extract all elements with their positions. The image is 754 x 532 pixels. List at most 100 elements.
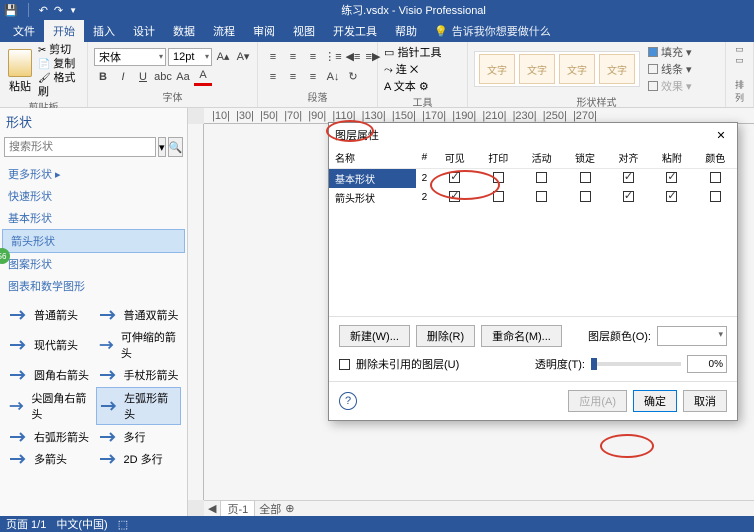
align-left-icon[interactable]: ≡	[264, 68, 282, 86]
indent-dec-icon[interactable]: ◀≡	[344, 48, 362, 66]
text-tool-button[interactable]: A 文本 ⚙	[384, 78, 429, 94]
arrow-shape-item[interactable]: 手杖形箭头	[96, 365, 182, 385]
increase-font-icon[interactable]: A▴	[214, 48, 232, 66]
menu-data[interactable]: 数据	[164, 20, 204, 42]
category-basic-shapes[interactable]: 基本形状	[0, 207, 187, 229]
layer-checkbox[interactable]	[536, 172, 547, 183]
redo-icon[interactable]: ↷	[54, 4, 63, 17]
menu-process[interactable]: 流程	[204, 20, 244, 42]
arrow-shape-item[interactable]: 多箭头	[6, 449, 92, 469]
arrow-shape-item[interactable]: 右弧形箭头	[6, 427, 92, 447]
search-button[interactable]: 🔍	[168, 137, 184, 157]
align-right-icon[interactable]: ≡	[304, 68, 322, 86]
italic-button[interactable]: I	[114, 68, 132, 86]
search-dropdown-button[interactable]: ▾	[158, 137, 166, 157]
fill-button[interactable]: 填充 ▾	[648, 44, 692, 60]
layer-checkbox[interactable]	[536, 191, 547, 202]
menu-file[interactable]: 文件	[4, 20, 44, 42]
category-quick-shapes[interactable]: 快速形状	[0, 185, 187, 207]
category-more-shapes[interactable]: 更多形状 ▸	[0, 163, 187, 185]
format-painter-button[interactable]: 🖌 格式刷	[38, 72, 81, 98]
shapes-search-input[interactable]	[4, 137, 156, 157]
arrow-shape-item[interactable]: 尖圆角右箭头	[6, 387, 92, 425]
shape-style-swatch[interactable]: 文字	[479, 54, 515, 84]
case-button[interactable]: Aa	[174, 68, 192, 86]
layer-checkbox[interactable]	[623, 191, 634, 202]
menu-help[interactable]: 帮助	[386, 20, 426, 42]
bold-button[interactable]: B	[94, 68, 112, 86]
add-page-icon[interactable]: ⊕	[285, 502, 294, 515]
layer-checkbox[interactable]	[449, 172, 460, 183]
quickaccess-dropdown-icon[interactable]: ▼	[69, 6, 77, 15]
underline-button[interactable]: U	[134, 68, 152, 86]
layer-checkbox[interactable]	[493, 191, 504, 202]
align-mid-icon[interactable]: ≡	[284, 48, 302, 66]
delete-unused-checkbox[interactable]	[339, 359, 350, 370]
category-arrow-shapes[interactable]: 箭头形状	[2, 229, 185, 253]
apply-button[interactable]: 应用(A)	[568, 390, 627, 412]
page-nav-prev-icon[interactable]: ◀	[208, 502, 216, 515]
text-dir-icon[interactable]: A↓	[324, 68, 342, 86]
font-color-button[interactable]: A	[194, 68, 212, 86]
layer-checkbox[interactable]	[623, 172, 634, 183]
layer-checkbox[interactable]	[666, 172, 677, 183]
menu-review[interactable]: 审阅	[244, 20, 284, 42]
layer-color-combo[interactable]	[657, 326, 727, 346]
transparency-slider[interactable]	[591, 362, 681, 366]
paste-button[interactable]: 粘贴	[6, 47, 34, 96]
effects-button[interactable]: 效果 ▾	[648, 78, 692, 94]
close-icon[interactable]: ✕	[711, 125, 731, 145]
record-icon[interactable]: ⬚	[118, 518, 128, 531]
arrow-shape-item[interactable]: 普通箭头	[6, 305, 92, 325]
decrease-font-icon[interactable]: A▾	[234, 48, 252, 66]
page-tab-all[interactable]: 全部	[259, 501, 281, 517]
layer-checkbox[interactable]	[580, 191, 591, 202]
copy-button[interactable]: 📄 复制	[38, 58, 81, 71]
bullets-icon[interactable]: ⋮≡	[324, 48, 342, 66]
line-button[interactable]: 线条 ▾	[648, 61, 692, 77]
menu-home[interactable]: 开始	[44, 20, 84, 42]
page-tab[interactable]: 页-1	[220, 500, 255, 517]
menu-insert[interactable]: 插入	[84, 20, 124, 42]
pointer-tool-button[interactable]: ▭ 指针工具	[384, 44, 441, 60]
cancel-button[interactable]: 取消	[683, 390, 727, 412]
menu-view[interactable]: 视图	[284, 20, 324, 42]
help-icon[interactable]: ?	[339, 392, 357, 410]
arrow-shape-item[interactable]: 2D 多行	[96, 449, 182, 469]
save-icon[interactable]: 💾	[4, 4, 18, 17]
layer-checkbox[interactable]	[493, 172, 504, 183]
layer-checkbox[interactable]	[580, 172, 591, 183]
shape-style-swatch[interactable]: 文字	[559, 54, 595, 84]
tell-me[interactable]: 💡 告诉我你想要做什么	[434, 23, 551, 39]
undo-icon[interactable]: ↶	[39, 4, 48, 17]
arrow-shape-item[interactable]: 左弧形箭头	[96, 387, 182, 425]
arrow-shape-item[interactable]: 普通双箭头	[96, 305, 182, 325]
ok-button[interactable]: 确定	[633, 390, 677, 412]
align-center-icon[interactable]: ≡	[284, 68, 302, 86]
layer-checkbox[interactable]	[710, 172, 721, 183]
font-name-combo[interactable]: 宋体	[94, 48, 166, 66]
arrow-shape-item[interactable]: 多行	[96, 427, 182, 447]
category-chart-math[interactable]: 图表和数学图形	[0, 275, 187, 297]
align-top-icon[interactable]: ≡	[264, 48, 282, 66]
cut-button[interactable]: ✂ 剪切	[38, 44, 81, 57]
rename-layer-button[interactable]: 重命名(M)...	[481, 325, 562, 347]
new-layer-button[interactable]: 新建(W)...	[339, 325, 410, 347]
align-bot-icon[interactable]: ≡	[304, 48, 322, 66]
shape-style-gallery[interactable]: 文字 文字 文字 文字	[474, 51, 640, 87]
transparency-value[interactable]: 0%	[687, 355, 727, 373]
connector-tool-button[interactable]: ⤳ 连 ✕	[384, 61, 418, 77]
shape-style-swatch[interactable]: 文字	[599, 54, 635, 84]
layer-checkbox[interactable]	[666, 191, 677, 202]
shape-style-swatch[interactable]: 文字	[519, 54, 555, 84]
menu-design[interactable]: 设计	[124, 20, 164, 42]
category-pattern-shapes[interactable]: 图案形状	[0, 253, 187, 275]
rotate-icon[interactable]: ↻	[344, 68, 362, 86]
menu-devtools[interactable]: 开发工具	[324, 20, 386, 42]
font-size-combo[interactable]: 12pt	[168, 48, 212, 66]
remove-layer-button[interactable]: 删除(R)	[416, 325, 475, 347]
arrow-shape-item[interactable]: 现代箭头	[6, 327, 92, 363]
arrow-shape-item[interactable]: 可伸缩的箭头	[96, 327, 182, 363]
layer-table-row[interactable]: 箭头形状2	[329, 188, 737, 207]
strike-button[interactable]: abc	[154, 68, 172, 86]
